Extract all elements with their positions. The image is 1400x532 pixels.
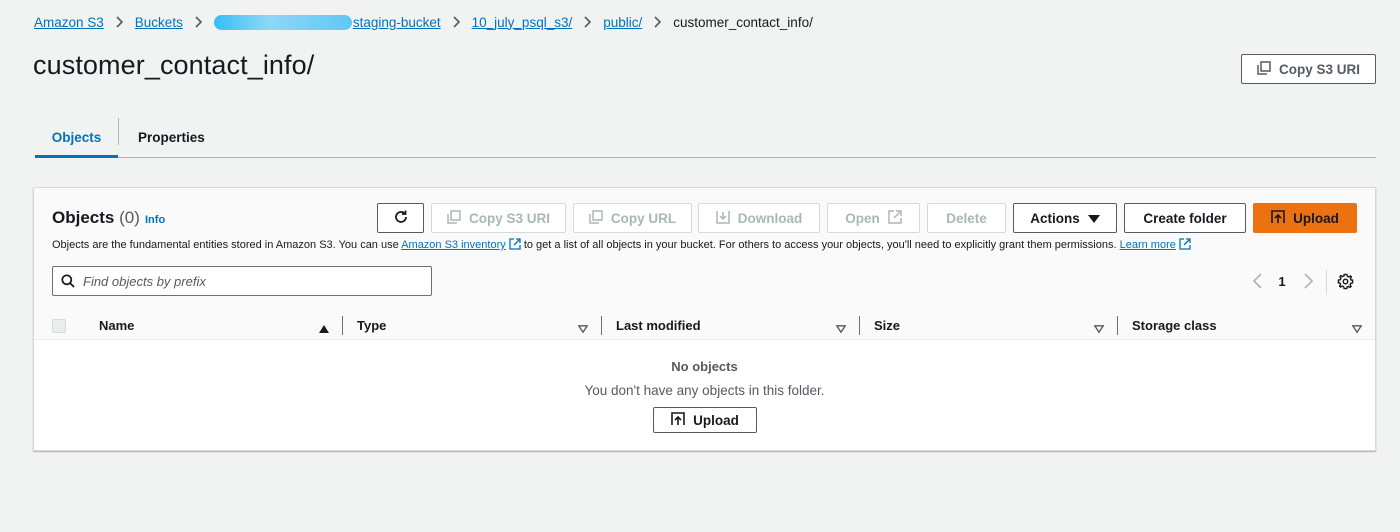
chevron-right-icon [452,16,461,28]
sort-descending-icon[interactable] [835,321,847,336]
upload-button[interactable]: Upload [1253,203,1357,233]
tab-properties[interactable]: Properties [138,117,205,157]
external-link-icon [888,209,902,227]
empty-state-title: No objects [671,359,738,374]
info-link[interactable]: Info [145,214,165,226]
caret-down-icon [1087,211,1100,226]
page-number[interactable]: 1 [1277,274,1287,289]
search-box [52,266,432,296]
chevron-right-icon [653,16,662,28]
tab-objects[interactable]: Objects [35,117,118,158]
chevron-left-icon[interactable] [1250,272,1266,290]
delete-label: Delete [946,210,987,226]
settings-gear-icon[interactable] [1337,273,1354,290]
copy-icon [447,209,461,227]
objects-panel: Objects (0) Info Copy S3 URI Copy URL Do… [33,187,1376,451]
copy-icon [1257,60,1271,78]
actions-label: Actions [1030,210,1080,226]
redacted-text-mark [213,14,352,30]
select-all-checkbox[interactable] [52,319,66,333]
description-text-mid: to get a list of all objects in your buc… [523,239,1117,251]
page-title: customer_contact_info/ [33,50,315,80]
breadcrumb-folder[interactable]: 10_july_psql_s3/ [472,15,573,30]
learn-more-link[interactable]: Learn more [1120,239,1176,251]
tab-divider [118,118,119,145]
objects-description: Objects are the fundamental entities sto… [52,238,1191,251]
copy-s3-uri-button[interactable]: Copy S3 URI [1241,54,1376,84]
objects-heading: Objects (0) [52,208,140,228]
search-input[interactable] [83,272,413,290]
column-resizer[interactable] [601,316,602,335]
refresh-button[interactable] [377,203,424,233]
breadcrumb-current: customer_contact_info/ [673,14,813,30]
breadcrumb-public[interactable]: public/ [603,15,642,30]
breadcrumb-buckets[interactable]: Buckets [135,15,183,30]
sort-descending-icon[interactable] [577,321,589,336]
create-folder-button[interactable]: Create folder [1124,203,1246,233]
column-header-size[interactable]: Size [874,318,900,333]
description-text: Objects are the fundamental entities sto… [52,239,399,251]
column-resizer[interactable] [342,316,343,335]
empty-state-message: You don't have any objects in this folde… [584,383,825,398]
objects-panel-header: Objects (0) Info Copy S3 URI Copy URL Do… [34,188,1375,340]
column-resizer[interactable] [859,316,860,335]
objects-heading-label: Objects [52,208,115,227]
chevron-right-icon[interactable] [1300,272,1316,290]
copy-icon [589,209,603,227]
copy-s3-uri-label: Copy S3 URI [1278,61,1360,77]
breadcrumb-bucket[interactable]: staging-bucket [353,15,441,30]
column-header-storage-class[interactable]: Storage class [1132,318,1217,333]
breadcrumb-amazon-s3[interactable]: Amazon S3 [34,15,104,30]
sort-descending-icon[interactable] [1351,321,1363,336]
create-folder-label: Create folder [1143,210,1227,226]
external-link-icon [1179,238,1191,250]
upload-label: Upload [1293,210,1339,226]
breadcrumb: Amazon S3 Buckets staging-bucket 10_july… [34,13,813,31]
download-label: Download [737,210,803,226]
open-label: Open [845,210,880,226]
chevron-right-icon [115,16,124,28]
external-link-icon [509,238,521,250]
column-header-type[interactable]: Type [357,318,386,333]
delete-button[interactable]: Delete [927,203,1006,233]
download-icon [716,210,730,227]
chevron-right-icon [583,16,592,28]
sort-descending-icon[interactable] [1093,321,1105,336]
sort-ascending-icon[interactable] [319,321,329,336]
copy-url-label: Copy URL [610,210,677,226]
empty-state-upload-button[interactable]: Upload [653,407,757,433]
inventory-link[interactable]: Amazon S3 inventory [401,239,506,251]
column-header-name[interactable]: Name [99,318,134,333]
pagination-divider [1326,269,1327,295]
tab-bar: Objects Properties [35,117,1376,158]
actions-dropdown[interactable]: Actions [1013,203,1117,233]
empty-state-upload-label: Upload [693,412,739,428]
upload-icon [671,411,685,429]
upload-icon [1271,209,1285,227]
objects-count: (0) [119,208,140,227]
open-button[interactable]: Open [827,203,920,233]
column-resizer[interactable] [1117,316,1118,335]
copy-s3-uri-toolbar-button[interactable]: Copy S3 URI [431,203,566,233]
chevron-right-icon [194,16,203,28]
table-header: Name Type Last modified Size Storage cla… [34,312,1375,340]
download-button[interactable]: Download [698,203,820,233]
copy-url-button[interactable]: Copy URL [573,203,692,233]
column-header-last-modified[interactable]: Last modified [616,318,701,333]
refresh-icon [393,209,409,228]
copy-s3-uri-toolbar-label: Copy S3 URI [468,210,550,226]
